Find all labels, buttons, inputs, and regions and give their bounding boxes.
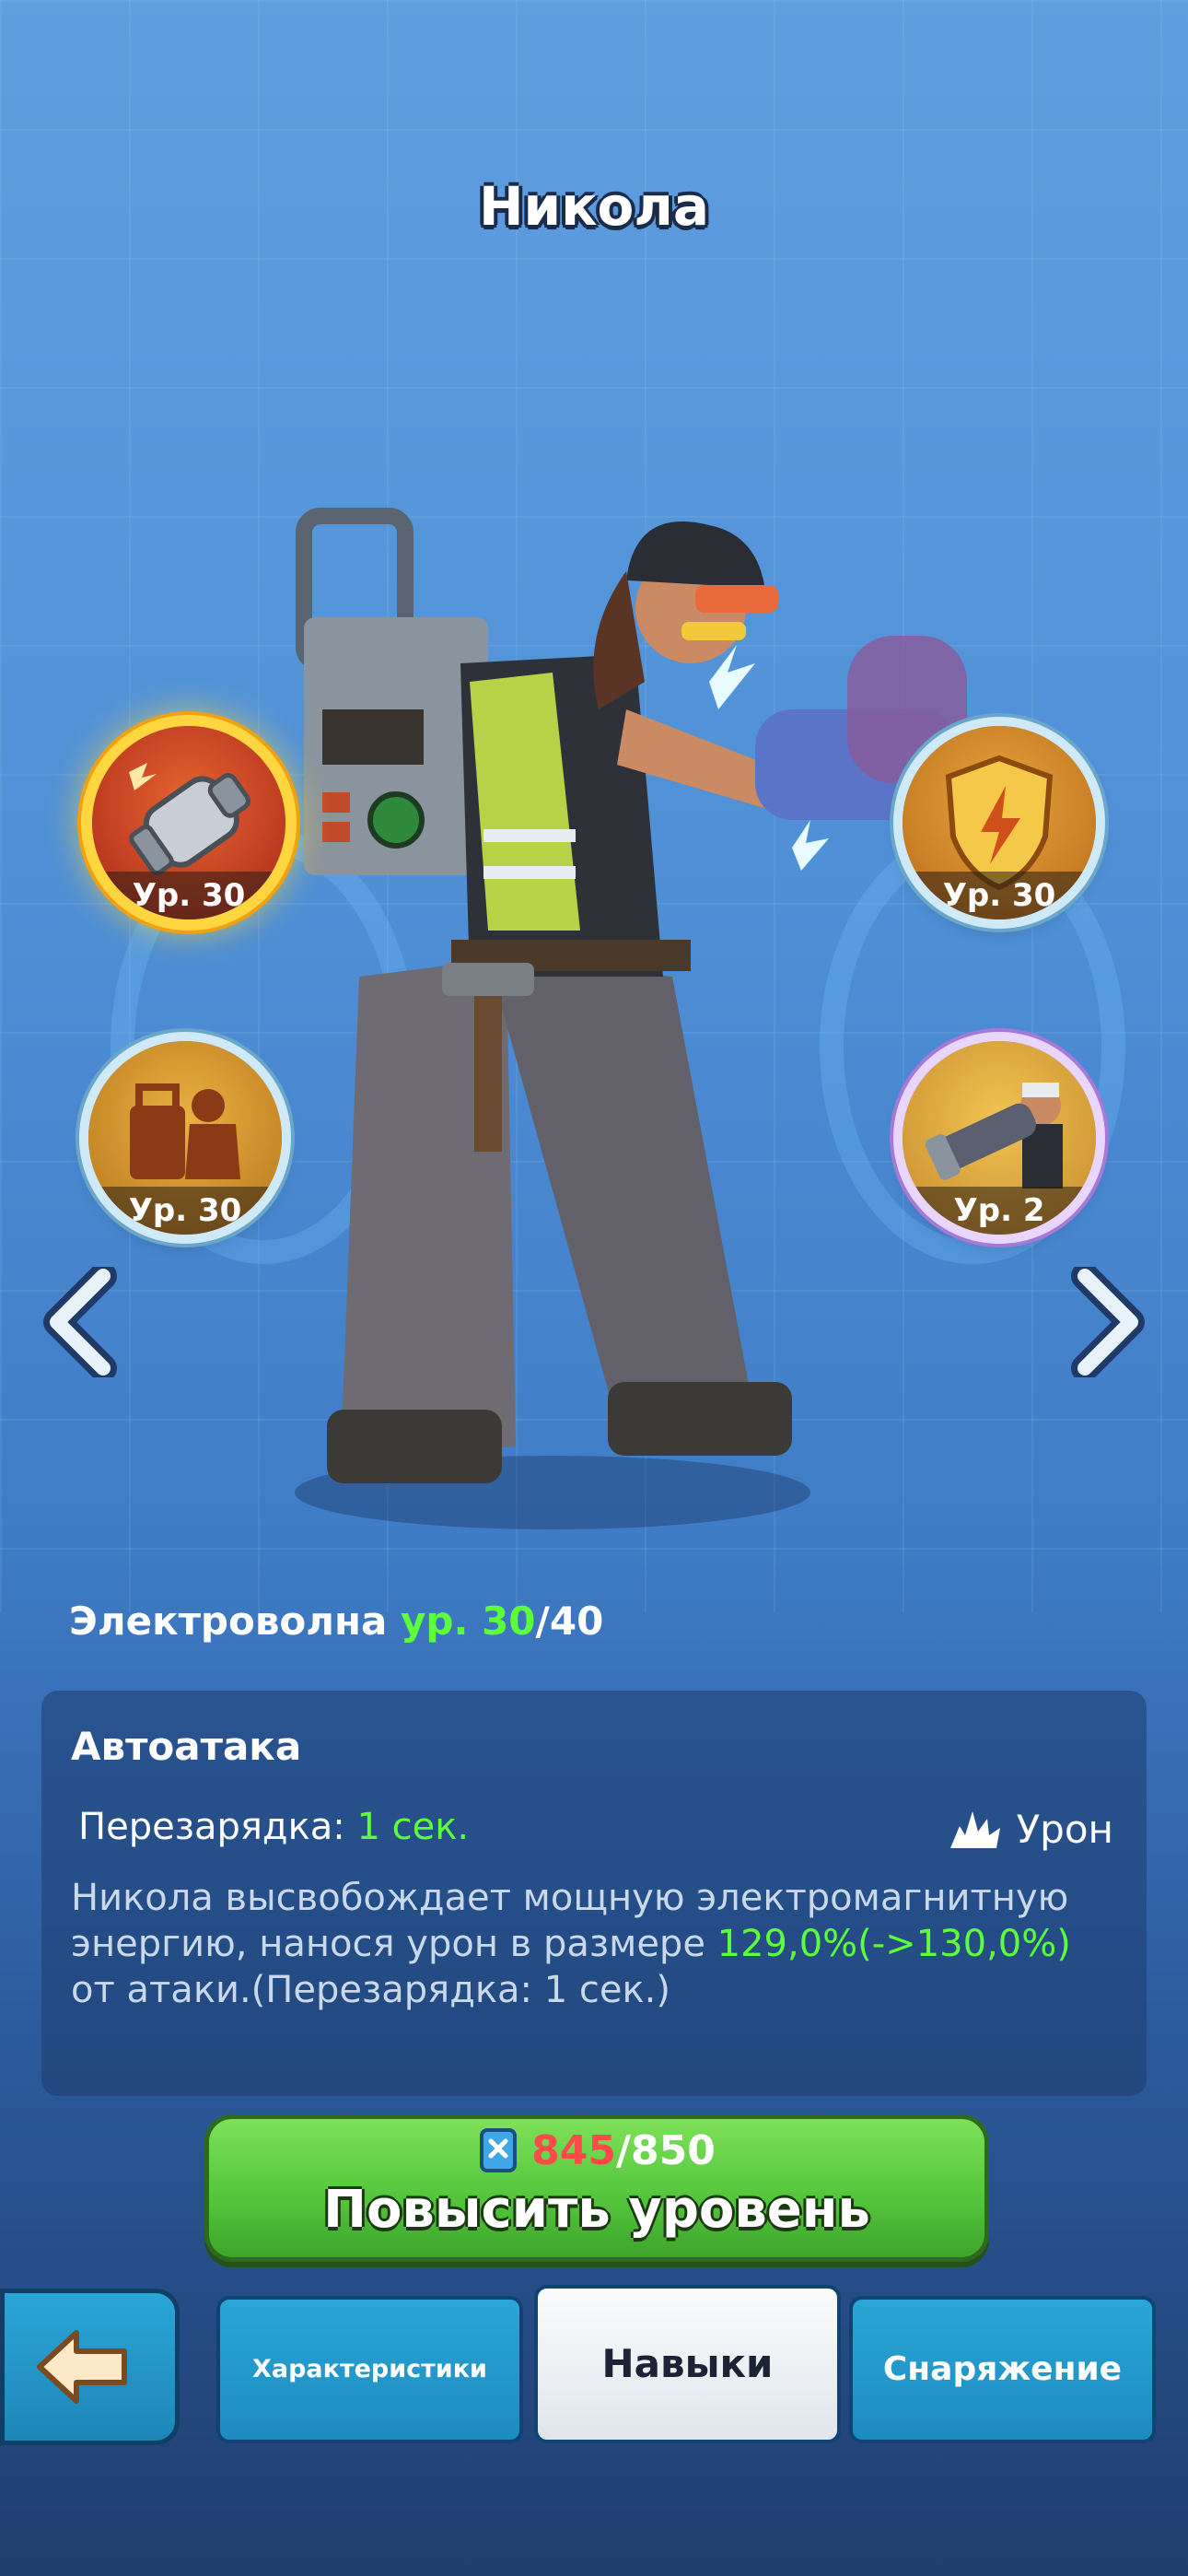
skill-level-label: Ур. 2 [903, 1187, 1096, 1235]
explosion-icon [949, 1811, 1000, 1848]
upgrade-level-button[interactable]: 845/850 Повысить уровень [204, 2114, 989, 2262]
skill-level-label: Ур. 30 [903, 872, 1096, 919]
damage-label: Урон [1016, 1806, 1113, 1852]
damage-tag: Урон [947, 1806, 1113, 1852]
skill-name: Электроволна [69, 1598, 388, 1644]
skill-level-label: Ур. 30 [92, 872, 285, 919]
upgrade-label: Повысить уровень [323, 2180, 870, 2240]
cost-total: /850 [615, 2126, 716, 2174]
skill-name-level: Электроволна ур. 30/40 [69, 1598, 603, 1644]
skill-level-prefix: ур. [401, 1598, 469, 1644]
skill-shield-lightning-button[interactable]: Ур. 30 [903, 726, 1096, 919]
cooldown-value: 1 сек. [356, 1806, 470, 1848]
skill-level-current: 30 [482, 1598, 536, 1644]
skill-description-panel: Автоатака Перезарядка: 1 сек. Урон Никол… [41, 1691, 1147, 2096]
tab-label: Характеристики [252, 2355, 487, 2383]
skill-description: Никола высвобождает мощную электромагнит… [71, 1875, 1102, 2013]
bottom-navigation: Характеристики Навыки Снаряжение [0, 2276, 1188, 2460]
back-button[interactable] [0, 2289, 180, 2445]
hero-name: Никола [478, 175, 709, 238]
upgrade-cost: 845/850 [209, 2126, 984, 2174]
cooldown-label: Перезарядка: [78, 1806, 345, 1848]
skill-level-max: /40 [535, 1598, 604, 1644]
tab-skills[interactable]: Навыки [534, 2285, 841, 2443]
skill-type: Автоатака [71, 1724, 302, 1769]
skill-electro-wave-button[interactable]: Ур. 30 [92, 726, 285, 919]
tab-label: Снаряжение [882, 2350, 1123, 2388]
skill-book-icon [480, 2128, 518, 2172]
tab-characteristics[interactable]: Характеристики [216, 2296, 523, 2443]
tab-label: Навыки [601, 2341, 774, 2386]
description-text-end: от атаки.(Перезарядка: 1 сек.) [71, 1969, 670, 2011]
back-arrow-icon [37, 2330, 127, 2404]
next-hero-arrow-icon[interactable] [1066, 1267, 1149, 1377]
hero-character-figure[interactable] [276, 498, 976, 1603]
previous-hero-arrow-icon[interactable] [39, 1267, 122, 1377]
damage-percent: 129,0%(->130,0%) [716, 1923, 1071, 1965]
tab-equipment[interactable]: Снаряжение [849, 2296, 1156, 2443]
skill-level-label: Ур. 30 [88, 1187, 282, 1235]
skill-machine-silhouette-button[interactable]: Ур. 30 [88, 1041, 282, 1235]
cost-current: 845 [531, 2126, 616, 2174]
cooldown-row: Перезарядка: 1 сек. [78, 1806, 469, 1848]
skill-hero-cannon-button[interactable]: Ур. 2 [903, 1041, 1096, 1235]
